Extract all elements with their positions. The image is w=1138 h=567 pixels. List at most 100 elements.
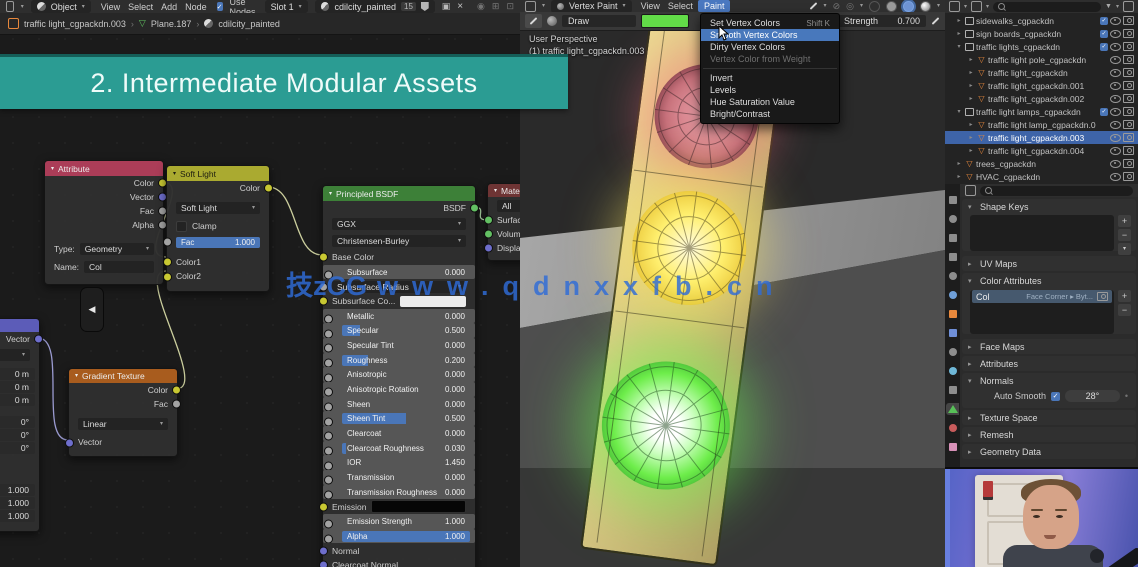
new-material-icon[interactable]: ▣: [442, 1, 451, 12]
scene-tab[interactable]: [946, 270, 959, 282]
auto-smooth-angle-field[interactable]: 28°: [1065, 390, 1120, 402]
texture-tab[interactable]: [946, 441, 959, 453]
render-camera-icon[interactable]: [1123, 107, 1134, 116]
value-slider[interactable]: Clearcoat Roughness 0.030: [342, 442, 470, 454]
mapping-type-dropdown[interactable]: ▾: [0, 349, 30, 361]
interpolation-dropdown[interactable]: Linear ▾: [78, 418, 168, 430]
input-socket[interactable]: [484, 243, 493, 253]
object-tab[interactable]: [946, 308, 959, 320]
node-header[interactable]: [0, 319, 39, 332]
menu-item[interactable]: Hue Saturation Value: [701, 96, 839, 108]
material-preview-button[interactable]: [902, 0, 914, 12]
input-socket[interactable]: [324, 417, 333, 427]
panel-header[interactable]: ▸ Geometry Data: [962, 444, 1136, 459]
expand-arrow[interactable]: ▸: [955, 30, 963, 37]
visibility-eye-icon[interactable]: [1110, 146, 1121, 155]
mode-dropdown[interactable]: Vertex Paint ▾: [551, 0, 632, 13]
wireframe-shading-button[interactable]: [868, 0, 880, 12]
input-socket[interactable]: [319, 560, 328, 567]
visibility-eye-icon[interactable]: [1110, 42, 1121, 51]
scale-field[interactable]: 1.000: [0, 510, 35, 522]
expand-arrow[interactable]: ▸: [967, 82, 975, 89]
render-checkbox[interactable]: ✓: [1100, 16, 1108, 25]
menu-item[interactable]: Dirty Vertex Colors: [701, 41, 839, 53]
fac-slider[interactable]: Fac 1.000: [176, 236, 260, 248]
color-attribute-item[interactable]: Col Face Corner ▸ Byt...: [972, 290, 1112, 303]
output-socket[interactable]: [34, 334, 43, 344]
expand-arrow[interactable]: ▾: [955, 43, 963, 50]
vector-dropdown[interactable]: Subsurface Radius ▾: [332, 280, 466, 293]
menu-item[interactable]: Add: [158, 2, 180, 12]
add-button[interactable]: +: [1118, 290, 1131, 302]
input-socket[interactable]: [324, 329, 333, 339]
node-header[interactable]: ▾ Soft Light: [167, 166, 269, 181]
menu-item[interactable]: Vertex Color from Weight: [701, 53, 839, 65]
subsurface-method-dropdown[interactable]: Christensen-Burley ▾: [332, 235, 466, 247]
brush-name-field[interactable]: Draw: [562, 15, 636, 27]
viewport-3d[interactable]: User Perspective (1) traffic light_cgpac…: [520, 0, 945, 567]
input-socket[interactable]: [319, 282, 328, 292]
expand-arrow[interactable]: ▸: [967, 69, 975, 76]
input-socket[interactable]: [324, 490, 333, 500]
output-socket[interactable]: [470, 203, 479, 213]
overlays-icon[interactable]: ◎: [846, 1, 854, 12]
expand-arrow[interactable]: ▸: [955, 160, 963, 167]
output-tab[interactable]: [946, 232, 959, 244]
clamp-checkbox[interactable]: [176, 220, 187, 232]
editor-type-icon[interactable]: [525, 0, 536, 12]
color-swatch[interactable]: [400, 295, 466, 307]
render-camera-icon[interactable]: [1123, 133, 1134, 142]
render-checkbox[interactable]: ✓: [1100, 29, 1108, 38]
visibility-eye-icon[interactable]: [1110, 107, 1121, 116]
menu-item[interactable]: Paint: [697, 0, 731, 12]
input-socket[interactable]: [324, 358, 333, 368]
render-camera-icon[interactable]: [1123, 42, 1134, 51]
menu-item[interactable]: [703, 68, 837, 69]
input-socket[interactable]: [324, 314, 333, 324]
shader-type-dropdown[interactable]: Object ▾: [30, 0, 91, 13]
output-target-dropdown[interactable]: All: [497, 200, 520, 212]
expand-arrow[interactable]: ▸: [967, 121, 975, 128]
render-camera-icon[interactable]: [1097, 292, 1108, 301]
value-slider[interactable]: Sheen Tint 0.500: [342, 413, 470, 425]
view-layer-tab[interactable]: [946, 251, 959, 263]
input-socket[interactable]: [324, 373, 333, 383]
expand-arrow[interactable]: ▸: [967, 147, 975, 154]
outliner-row[interactable]: ▾ traffic light lamps_cgpackdn ✓: [945, 105, 1138, 118]
use-nodes-checkbox[interactable]: ✓: [216, 2, 223, 11]
expand-arrow[interactable]: ▸: [967, 134, 975, 141]
panel-header[interactable]: ▸ UV Maps: [962, 256, 1136, 271]
input-socket[interactable]: [324, 402, 333, 412]
expand-arrow[interactable]: ▸: [955, 17, 963, 24]
attribute-node[interactable]: ▾ Attribute Color Vector Fac Alpha Type:…: [44, 160, 167, 285]
menu-item[interactable]: Levels: [701, 84, 839, 96]
snap-icon[interactable]: ⊞: [492, 1, 500, 12]
input-socket[interactable]: [65, 438, 74, 448]
outliner-row[interactable]: ▸ traffic light_cgpackdn.001 ✓: [945, 79, 1138, 92]
outliner-row[interactable]: ▸ traffic light_cgpackdn.003 ✓: [945, 131, 1138, 144]
menu-item[interactable]: Select: [665, 1, 696, 11]
render-camera-icon[interactable]: [1123, 55, 1134, 64]
properties-search-input[interactable]: [980, 185, 1133, 196]
mapping-node[interactable]: Vector ▾ 0 m0 m0 m 0° 0° 0° 1.000 1.000 1.00…: [0, 318, 43, 532]
location-field[interactable]: 0 m: [0, 381, 35, 393]
node-header[interactable]: ▾ Attribute: [45, 161, 163, 176]
render-camera-icon[interactable]: [1123, 120, 1134, 129]
menu-item[interactable]: View: [98, 2, 123, 12]
render-camera-icon[interactable]: [1123, 94, 1134, 103]
output-socket[interactable]: [172, 399, 181, 409]
add-button[interactable]: +: [1118, 215, 1131, 227]
node-header[interactable]: ▾Mater...: [488, 184, 520, 197]
menu-item[interactable]: Bright/Contrast: [701, 108, 839, 120]
panel-header[interactable]: ▸ Attributes: [962, 356, 1136, 371]
collapsed-panel-arrow[interactable]: ◀: [80, 287, 104, 332]
value-slider[interactable]: Specular Tint 0.000: [342, 339, 470, 351]
rotation-field[interactable]: 0°: [0, 442, 35, 454]
strength-pressure-icon[interactable]: [931, 17, 940, 25]
visibility-eye-icon[interactable]: [1110, 172, 1121, 181]
visibility-eye-icon[interactable]: [1110, 94, 1121, 103]
menu-item[interactable]: Select: [125, 2, 156, 12]
fake-user-icon[interactable]: [420, 2, 429, 11]
physics-tab[interactable]: [946, 365, 959, 377]
rotation-field[interactable]: 0°: [0, 429, 35, 441]
